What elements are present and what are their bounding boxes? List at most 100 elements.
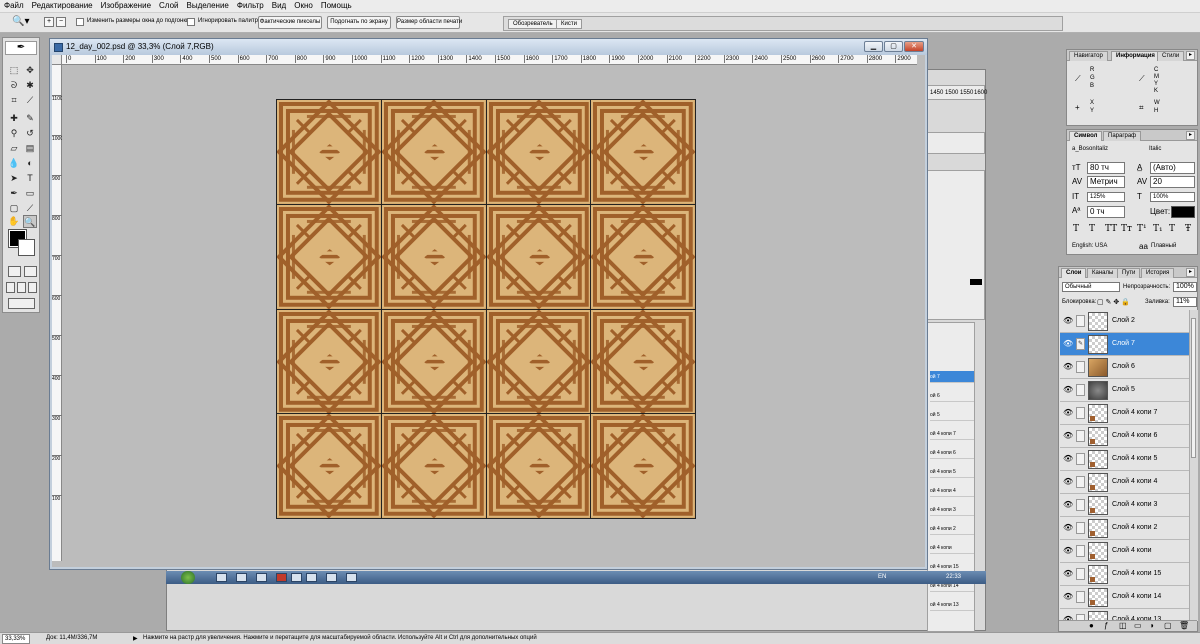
taskbar-app-icon[interactable] [276, 573, 287, 582]
language-select[interactable]: English: USA [1070, 242, 1132, 252]
menu-item[interactable]: Вид [268, 0, 290, 12]
menu-item[interactable]: Окно [290, 0, 317, 12]
hand-tool-icon[interactable]: ✋ [7, 215, 21, 228]
vertical-scale-field[interactable]: 125% [1087, 192, 1125, 202]
ignore-palettes-checkbox[interactable] [187, 18, 195, 26]
tab-character[interactable]: Символ [1069, 131, 1103, 141]
zoom-level-field[interactable]: 33,33% [2, 634, 30, 644]
layer-row[interactable]: 👁 Слой 4 копи [1060, 540, 1189, 563]
panel-menu-icon[interactable]: ▸ [1186, 268, 1195, 277]
screen-mode-standard-icon[interactable] [6, 282, 15, 293]
layer-row[interactable]: 👁 Слой 4 копи 15 [1060, 563, 1189, 586]
visibility-eye-icon[interactable]: 👁 [1063, 385, 1073, 395]
visibility-eye-icon[interactable]: 👁 [1063, 454, 1073, 464]
eyedropper-tool-icon[interactable]: ⟋ [23, 202, 37, 215]
lasso-tool-icon[interactable]: ᘐ [7, 79, 21, 92]
layers-scrollbar[interactable] [1189, 310, 1198, 621]
clone-stamp-tool-icon[interactable]: ⚲ [7, 127, 21, 140]
menu-item[interactable]: Выделение [182, 0, 232, 12]
quick-mask-mode-icon[interactable] [24, 266, 37, 277]
layer-link-icon[interactable] [1076, 384, 1085, 396]
taskbar-app-icon[interactable] [306, 573, 317, 582]
layer-link-icon[interactable]: ✎ [1076, 338, 1085, 350]
dodge-tool-icon[interactable]: ◐ [23, 157, 37, 170]
zoom-out-icon[interactable]: − [56, 17, 66, 27]
actual-pixels-button[interactable]: Фактические пикселы [258, 16, 322, 29]
lock-icons[interactable]: ▢ ✎ ✥ 🔒 [1097, 298, 1130, 306]
baseline-shift-field[interactable]: 0 тч [1087, 206, 1125, 218]
menu-item[interactable]: Слой [155, 0, 182, 12]
tab-styles[interactable]: Стили [1157, 51, 1185, 61]
font-style-select[interactable]: Italic [1147, 145, 1195, 155]
type-style-button[interactable]: T [1089, 224, 1095, 234]
visibility-eye-icon[interactable]: 👁 [1063, 546, 1073, 556]
history-brush-tool-icon[interactable]: ↺ [23, 127, 37, 140]
tab-history[interactable]: История [1141, 268, 1175, 278]
visibility-eye-icon[interactable]: 👁 [1063, 431, 1073, 441]
blend-mode-select[interactable]: Обычный [1062, 282, 1120, 292]
taskbar-app-icon[interactable] [326, 573, 337, 582]
tab-paths[interactable]: Пути [1117, 268, 1141, 278]
new-layer-icon[interactable]: ▢ [1164, 621, 1172, 631]
layer-row[interactable]: 👁 Слой 6 [1060, 356, 1189, 379]
layer-row[interactable]: 👁 Слой 4 копи 5 [1060, 448, 1189, 471]
tab-file-browser[interactable]: Обозреватель [508, 19, 558, 29]
gradient-tool-icon[interactable]: ▤ [23, 142, 37, 155]
magic-wand-tool-icon[interactable]: ✱ [23, 79, 37, 92]
layer-row[interactable]: 👁 Слой 5 [1060, 379, 1189, 402]
tab-navigator[interactable]: Навигатор [1069, 51, 1108, 61]
visibility-eye-icon[interactable]: 👁 [1063, 339, 1073, 349]
layer-link-icon[interactable] [1076, 591, 1085, 603]
zoom-in-icon[interactable]: + [44, 17, 54, 27]
panel-menu-icon[interactable]: ▸ [1186, 51, 1195, 60]
type-style-button[interactable]: T¹ [1137, 224, 1147, 234]
photoshop-logo[interactable]: ✒ [5, 41, 37, 55]
visibility-eye-icon[interactable]: 👁 [1063, 500, 1073, 510]
layer-link-icon[interactable] [1076, 522, 1085, 534]
layer-link-icon[interactable] [1076, 453, 1085, 465]
menu-item[interactable]: Помощь [317, 0, 356, 12]
type-style-button[interactable]: T [1169, 224, 1175, 234]
zoom-tool-icon[interactable]: 🔍 [23, 215, 37, 228]
visibility-eye-icon[interactable]: 👁 [1063, 362, 1073, 372]
taskbar-app-icon[interactable] [216, 573, 227, 582]
tab-channels[interactable]: Каналы [1087, 268, 1119, 278]
menu-item[interactable]: Изображение [97, 0, 155, 12]
parquet-tile-grid[interactable] [276, 99, 696, 519]
slice-tool-icon[interactable]: ⟋ [23, 94, 37, 107]
type-tool-icon[interactable]: T [23, 172, 37, 185]
trash-icon[interactable]: 🗑 [1179, 621, 1189, 631]
shape-tool-icon[interactable]: ▭ [23, 187, 37, 200]
healing-brush-tool-icon[interactable]: ✚ [7, 112, 21, 125]
layer-link-icon[interactable] [1076, 545, 1085, 557]
layer-row[interactable]: 👁 Слой 4 копи 14 [1060, 586, 1189, 609]
maximize-button[interactable]: ▢ [884, 41, 903, 52]
layer-link-icon[interactable] [1076, 407, 1085, 419]
resize-windows-checkbox[interactable] [76, 18, 84, 26]
screen-mode-menu-icon[interactable] [17, 282, 26, 293]
layer-row[interactable]: 👁 Слой 4 копи 2 [1060, 517, 1189, 540]
layer-row[interactable]: 👁 Слой 2 [1060, 310, 1189, 333]
font-size-field[interactable]: 80 тч [1087, 162, 1125, 174]
menu-item[interactable]: Файл [0, 0, 28, 12]
status-arrow-icon[interactable]: ▶ [133, 635, 138, 642]
taskbar-app-icon[interactable] [291, 573, 302, 582]
background-color-swatch[interactable] [18, 239, 35, 256]
visibility-eye-icon[interactable]: 👁 [1063, 408, 1073, 418]
layer-row[interactable]: 👁 Слой 4 копи 7 [1060, 402, 1189, 425]
tab-info[interactable]: Информация [1111, 51, 1160, 61]
taskbar-app-icon[interactable] [236, 573, 247, 582]
layer-row[interactable]: 👁 Слой 4 копи 6 [1060, 425, 1189, 448]
layer-link-icon[interactable] [1076, 476, 1085, 488]
layer-row[interactable]: 👁 Слой 4 копи 3 [1060, 494, 1189, 517]
document-title-bar[interactable]: 12_day_002.psd @ 33,3% (Слой 7,RGB) [50, 39, 927, 55]
layer-row[interactable]: 👁 Слой 4 копи 4 [1060, 471, 1189, 494]
ruler-origin[interactable] [52, 55, 62, 65]
layer-link-icon[interactable] [1076, 430, 1085, 442]
type-style-button[interactable]: Tт [1121, 224, 1132, 234]
visibility-eye-icon[interactable]: 👁 [1063, 523, 1073, 533]
kerning-field[interactable]: Метрич [1087, 176, 1125, 188]
layer-link-icon[interactable] [1076, 315, 1085, 327]
leading-field[interactable]: (Авто) [1150, 162, 1195, 174]
fit-on-screen-button[interactable]: Подогнать по экрану [327, 16, 391, 29]
